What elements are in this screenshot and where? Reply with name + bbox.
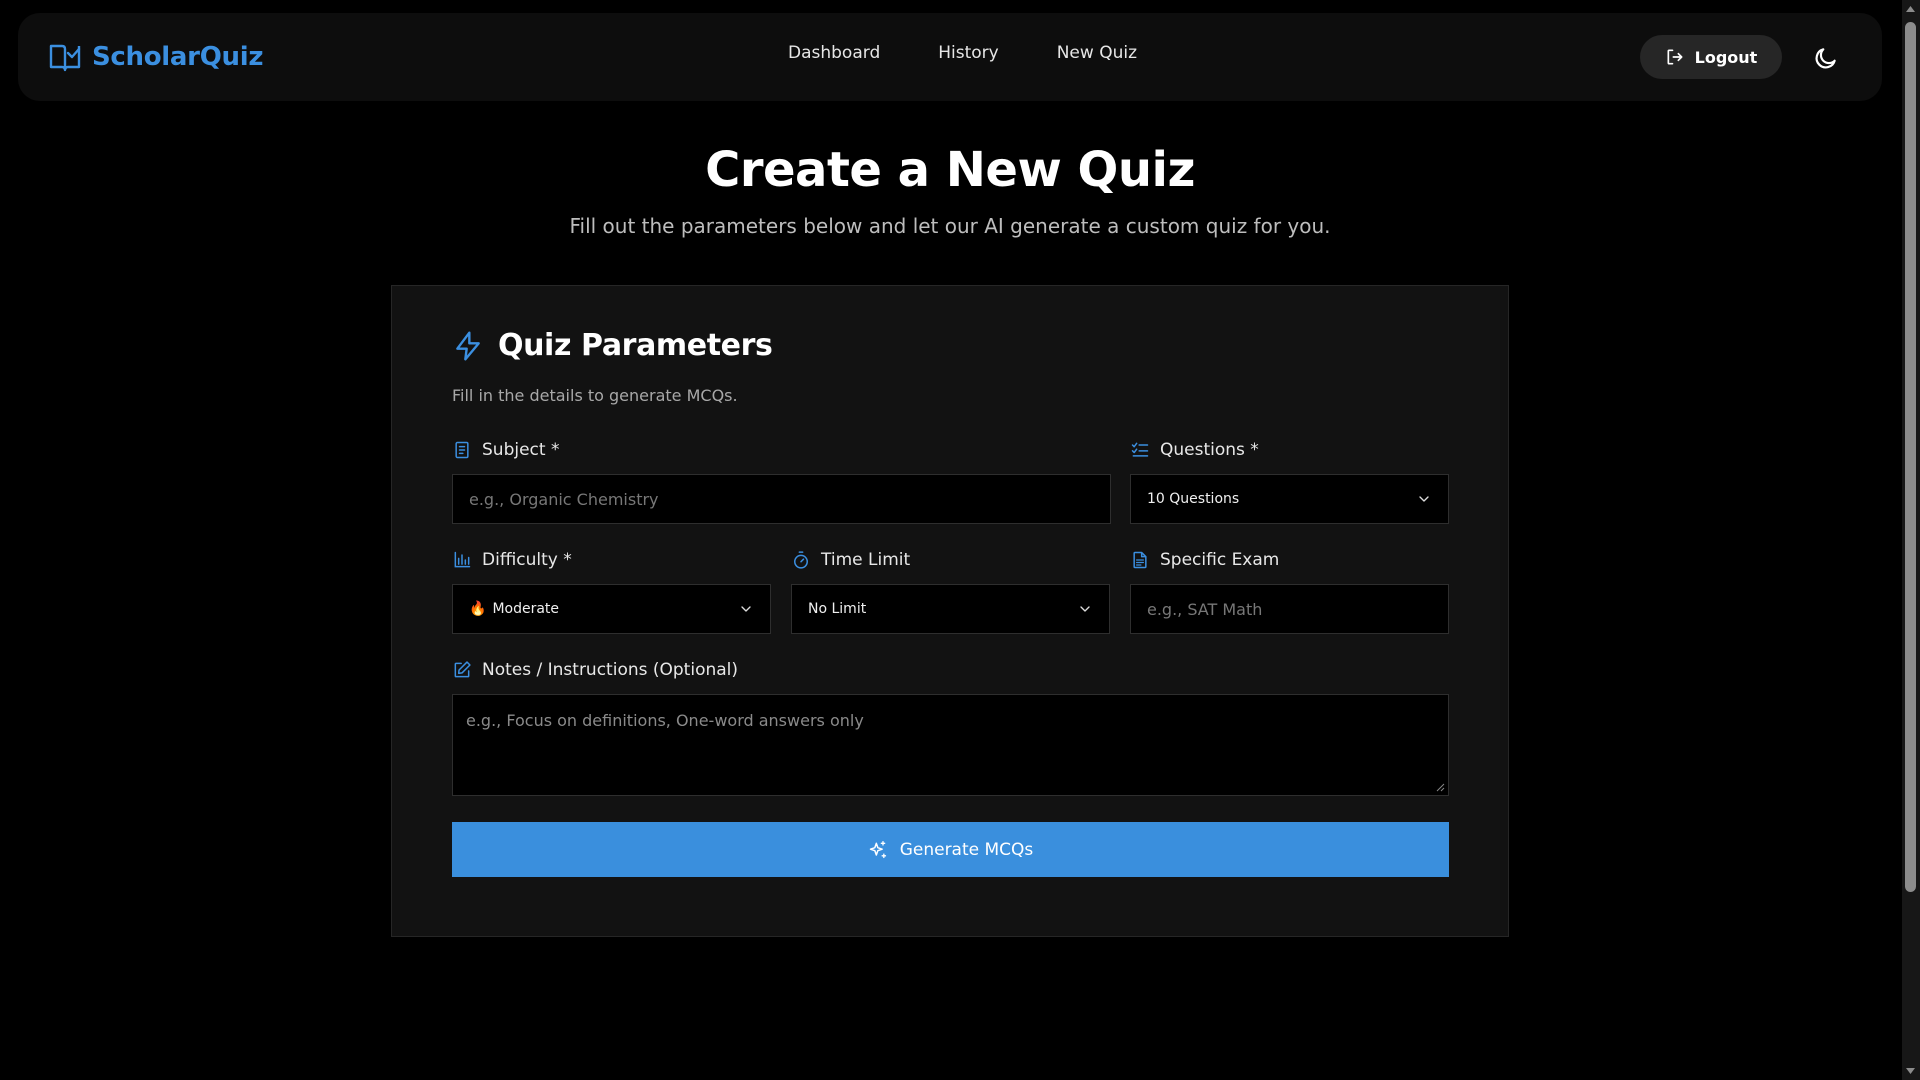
- time-limit-value: No Limit: [808, 601, 867, 617]
- notes-label-text: Notes / Instructions (Optional): [482, 660, 739, 680]
- chevron-down-icon: [1080, 606, 1090, 612]
- scrollbar-thumb[interactable]: [1905, 22, 1916, 892]
- edit-icon: [454, 661, 471, 678]
- bar-chart-icon: [454, 551, 471, 568]
- difficulty-value-text: Moderate: [492, 601, 560, 617]
- file-text-icon: [1133, 551, 1147, 569]
- nav-link-history[interactable]: History: [938, 43, 998, 63]
- time-limit-select[interactable]: No Limit: [791, 584, 1110, 634]
- time-limit-label: Time Limit: [791, 550, 910, 570]
- subject-placeholder: e.g., Organic Chemistry: [469, 489, 659, 509]
- zap-icon: [456, 330, 480, 361]
- page-subtitle: Fill out the parameters below and let ou…: [569, 214, 1331, 238]
- specific-exam-placeholder: e.g., SAT Math: [1147, 599, 1263, 619]
- log-out-icon: [1667, 49, 1683, 65]
- chevron-down-icon: [741, 606, 751, 612]
- generate-label: Generate MCQs: [899, 839, 1034, 860]
- card-title: Quiz Parameters: [452, 328, 773, 363]
- scroll-down-icon[interactable]: [1905, 1066, 1916, 1076]
- specific-exam-label-text: Specific Exam: [1160, 550, 1280, 570]
- specific-exam-input[interactable]: e.g., SAT Math: [1130, 584, 1449, 634]
- nav-links: Dashboard History New Quiz: [788, 43, 1137, 63]
- brand-name: ScholarQuiz: [92, 42, 264, 72]
- brand-logo[interactable]: ScholarQuiz: [48, 41, 263, 73]
- specific-exam-label: Specific Exam: [1130, 550, 1279, 570]
- card-title-text: Quiz Parameters: [498, 328, 773, 363]
- questions-select[interactable]: 10 Questions: [1130, 474, 1449, 524]
- difficulty-label-text: Difficulty *: [482, 550, 572, 570]
- questions-label-text: Questions *: [1160, 440, 1259, 460]
- moon-icon[interactable]: [1813, 45, 1839, 71]
- logout-button[interactable]: Logout: [1640, 35, 1782, 79]
- notes-textarea[interactable]: e.g., Focus on definitions, One-word ans…: [452, 694, 1449, 796]
- subject-input[interactable]: e.g., Organic Chemistry: [452, 474, 1111, 524]
- questions-value: 10 Questions: [1147, 491, 1240, 507]
- card-description: Fill in the details to generate MCQs.: [452, 386, 738, 405]
- notes-placeholder: e.g., Focus on definitions, One-word ans…: [466, 711, 864, 730]
- time-limit-label-text: Time Limit: [821, 550, 911, 570]
- nav-link-dashboard[interactable]: Dashboard: [788, 43, 880, 63]
- list-checks-icon: [1131, 442, 1149, 457]
- resize-handle-icon[interactable]: [1436, 783, 1445, 792]
- notes-label: Notes / Instructions (Optional): [452, 660, 738, 680]
- difficulty-value: 🔥 Moderate: [469, 601, 559, 617]
- difficulty-label: Difficulty *: [452, 550, 572, 570]
- page-title: Create a New Quiz: [705, 142, 1195, 198]
- timer-icon: [794, 551, 808, 569]
- book-check-icon: [49, 44, 81, 72]
- fire-emoji: 🔥: [469, 601, 487, 617]
- generate-mcqs-button[interactable]: Generate MCQs: [452, 822, 1449, 877]
- sparkles-icon: [869, 840, 886, 858]
- subject-label-text: Subject *: [482, 440, 560, 460]
- logout-label: Logout: [1694, 47, 1758, 67]
- nav-link-new-quiz[interactable]: New Quiz: [1057, 43, 1137, 63]
- subject-label: Subject *: [452, 440, 559, 460]
- scroll-up-icon[interactable]: [1905, 4, 1916, 14]
- top-navbar: ScholarQuiz Dashboard History New Quiz L…: [18, 13, 1882, 101]
- difficulty-select[interactable]: 🔥 Moderate: [452, 584, 771, 634]
- chevron-down-icon: [1419, 496, 1429, 502]
- notebook-icon: [455, 441, 469, 459]
- quiz-parameters-card: Quiz Parameters Fill in the details to g…: [391, 285, 1509, 937]
- questions-label: Questions *: [1130, 440, 1259, 460]
